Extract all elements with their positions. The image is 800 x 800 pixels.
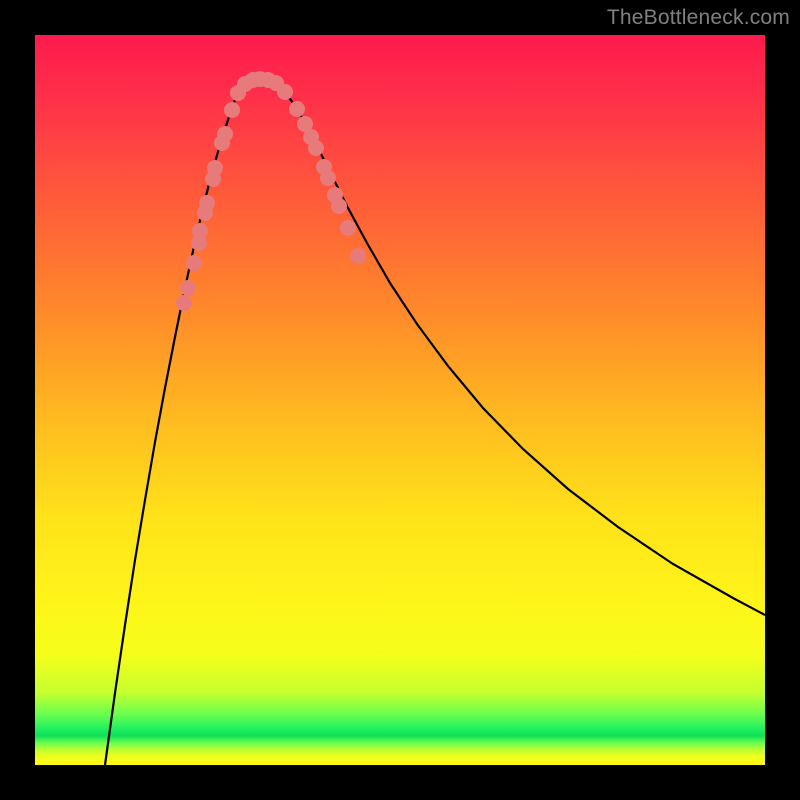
scatter-dot [199,195,215,211]
scatter-dot [340,220,356,236]
scatter-dot [320,170,336,186]
watermark-text: TheBottleneck.com [607,6,790,30]
scatter-dot [277,84,293,100]
scatter-dot [350,248,366,264]
scatter-dot [186,255,202,271]
scatter-dot [224,102,240,118]
scatter-dot [217,126,233,142]
scatter-dot [180,280,196,296]
scatter-dot [207,160,223,176]
chart-svg [35,35,765,765]
bottleneck-curve [105,82,765,765]
chart-stage: TheBottleneck.com [0,0,800,800]
scatter-dot [331,198,347,214]
scatter-markers [176,71,366,311]
scatter-dot [289,101,305,117]
plot-area [35,35,765,765]
scatter-dot [308,140,324,156]
scatter-dot [192,223,208,239]
scatter-dot [176,295,192,311]
